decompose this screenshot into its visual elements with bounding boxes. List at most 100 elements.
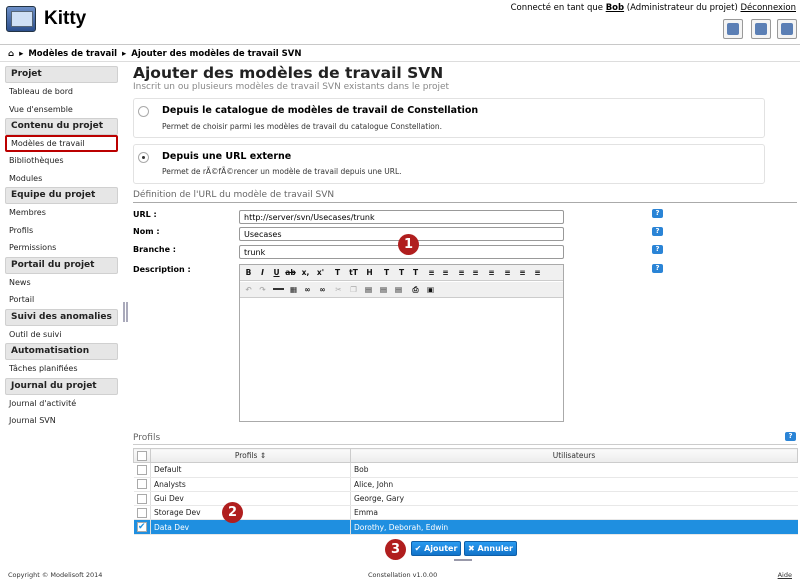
link-icon[interactable]: ∞	[302, 284, 313, 295]
sidebar-item-news[interactable]: News	[5, 274, 118, 292]
clear-format-icon[interactable]: T	[410, 267, 421, 278]
breadcrumb-divider	[0, 61, 800, 62]
superscript-icon[interactable]: x'	[315, 267, 326, 278]
description-editor[interactable]: B I U ab x, x' T tT H T T T ≡ ≡ ≡ ≡ ≡ ≡ …	[239, 264, 564, 422]
sidebar-section-projet[interactable]: Projet	[5, 66, 118, 83]
source-option-catalogue[interactable]: Depuis le catalogue de modèles de travai…	[133, 98, 765, 138]
users-cell: Bob	[350, 462, 798, 478]
radio-catalogue[interactable]	[138, 106, 149, 117]
font-family-icon[interactable]: T	[332, 267, 343, 278]
logout-link[interactable]: Déconnexion	[741, 3, 796, 13]
select-all-checkbox[interactable]	[137, 450, 147, 461]
source-catalogue-desc: Permet de choisir parmi les modèles de t…	[162, 122, 443, 131]
unlink-icon[interactable]: ∞	[317, 284, 328, 295]
sidebar-item-profils[interactable]: Profils	[5, 222, 118, 240]
sidebar-item-portail[interactable]: Portail	[5, 291, 118, 309]
indent-icon[interactable]: ≡	[470, 267, 481, 278]
add-button[interactable]: ✔ Ajouter	[411, 541, 461, 556]
table-row[interactable]: Analysts Alice, John	[133, 477, 798, 492]
text-color-icon[interactable]: T	[381, 267, 392, 278]
sidebar-item-journal-svn[interactable]: Journal SVN	[5, 412, 118, 430]
font-size-icon[interactable]: tT	[348, 267, 359, 278]
bottom-resize-handle[interactable]	[454, 559, 472, 561]
paste-text-icon[interactable]: ▤	[378, 284, 389, 295]
row-checkbox[interactable]	[136, 493, 147, 504]
sidebar-item-taches-planifiees[interactable]: Tâches planifiées	[5, 360, 118, 378]
column-header-utilisateurs[interactable]: Utilisateurs	[350, 447, 798, 464]
underline-icon[interactable]: U	[271, 267, 282, 278]
sidebar-section-contenu[interactable]: Contenu du projet	[5, 118, 118, 135]
bullet-list-icon[interactable]: ≡	[426, 267, 437, 278]
sidebar-section-journal[interactable]: Journal du projet	[5, 377, 118, 395]
outdent-icon[interactable]: ≡	[456, 267, 467, 278]
justify-icon[interactable]: ≡	[532, 267, 543, 278]
admin-icon	[781, 23, 793, 35]
align-center-icon[interactable]: ≡	[502, 267, 513, 278]
sidebar-section-automatisation[interactable]: Automatisation	[5, 343, 118, 360]
help-icon-description[interactable]: ?	[652, 264, 663, 273]
subscript-icon[interactable]: x,	[300, 267, 311, 278]
sidebar-item-membres[interactable]: Membres	[5, 204, 118, 222]
redo-icon[interactable]: ↷	[257, 284, 268, 295]
print-icon[interactable]: ⎙	[410, 284, 421, 295]
sidebar-item-modeles-de-travail[interactable]: Modèles de travail	[5, 135, 118, 152]
help-icon-branche[interactable]: ?	[652, 245, 663, 254]
row-checkbox[interactable]	[136, 479, 147, 490]
project-icon-button[interactable]	[723, 19, 743, 39]
sidebar-section-suivi[interactable]: Suivi des anomalies	[5, 308, 118, 326]
align-right-icon[interactable]: ≡	[517, 267, 528, 278]
help-icon-url[interactable]: ?	[652, 209, 663, 218]
app-logo	[6, 6, 36, 32]
align-left-icon[interactable]: ≡	[486, 267, 497, 278]
numbered-list-icon[interactable]: ≡	[440, 267, 451, 278]
profil-cell: Data Dev	[150, 519, 351, 535]
sidebar-item-outil-de-suivi[interactable]: Outil de suivi	[5, 326, 118, 344]
heading-icon[interactable]: H	[364, 267, 375, 278]
footer-help-link[interactable]: Aide	[778, 571, 792, 579]
table-icon[interactable]: ▦	[288, 284, 299, 295]
cut-icon[interactable]: ✂	[333, 284, 344, 295]
breadcrumb-item-models[interactable]: Modèles de travail	[28, 49, 117, 59]
user-name-link[interactable]: Bob	[606, 3, 624, 13]
sidebar-item-modules[interactable]: Modules	[5, 170, 118, 188]
url-input[interactable]	[239, 210, 564, 224]
admin-icon-button[interactable]	[777, 19, 797, 39]
users-cell: George, Gary	[350, 491, 798, 507]
sidebar-item-bibliotheques[interactable]: Bibliothèques	[5, 152, 118, 170]
sidebar-item-permissions[interactable]: Permissions	[5, 239, 118, 257]
bold-icon[interactable]: B	[243, 267, 254, 278]
source-option-url[interactable]: Depuis une URL externe Permet de rÃ©fÃ©r…	[133, 144, 765, 184]
highlight-icon[interactable]: T	[396, 267, 407, 278]
home-icon[interactable]: ⌂	[8, 49, 14, 59]
sidebar-section-equipe[interactable]: Equipe du projet	[5, 187, 118, 204]
sidebar-item-journal-activite[interactable]: Journal d'activité	[5, 395, 118, 413]
row-checkbox[interactable]	[136, 507, 147, 518]
source-icon[interactable]: ▣	[425, 284, 436, 295]
sidebar-item-vue-ensemble[interactable]: Vue d'ensemble	[5, 101, 118, 119]
users-cell: Emma	[350, 505, 798, 521]
help-icon-nom[interactable]: ?	[652, 227, 663, 236]
table-row[interactable]: Default Bob	[133, 462, 798, 478]
row-checkbox-checked[interactable]: ✔	[136, 522, 147, 533]
help-icon-profils[interactable]: ?	[785, 432, 796, 441]
italic-icon[interactable]: I	[257, 267, 268, 278]
select-all-header[interactable]	[133, 447, 151, 464]
sidebar-section-portail[interactable]: Portail du projet	[5, 256, 118, 274]
paste-icon[interactable]: ▤	[363, 284, 374, 295]
row-checkbox[interactable]	[136, 464, 147, 475]
copy-icon[interactable]: ❐	[348, 284, 359, 295]
undo-icon[interactable]: ↶	[243, 284, 254, 295]
horizontal-rule-icon[interactable]	[273, 288, 284, 290]
footer-copyright: Copyright © Modelisoft 2014	[8, 571, 103, 579]
paste-word-icon[interactable]: ▤	[393, 284, 404, 295]
sidebar-item-tableau-de-bord[interactable]: Tableau de bord	[5, 83, 118, 101]
step-marker-3: 3	[385, 539, 406, 560]
nom-label: Nom :	[133, 227, 160, 236]
user-icon-button[interactable]	[751, 19, 771, 39]
cancel-button[interactable]: ✖ Annuler	[464, 541, 517, 556]
radio-url[interactable]	[138, 152, 149, 163]
table-header-row: Profils ⇕ Utilisateurs	[133, 447, 798, 464]
sidebar-resize-handle[interactable]	[123, 302, 128, 322]
strikethrough-icon[interactable]: ab	[285, 267, 296, 278]
column-header-profils[interactable]: Profils ⇕	[150, 447, 351, 464]
